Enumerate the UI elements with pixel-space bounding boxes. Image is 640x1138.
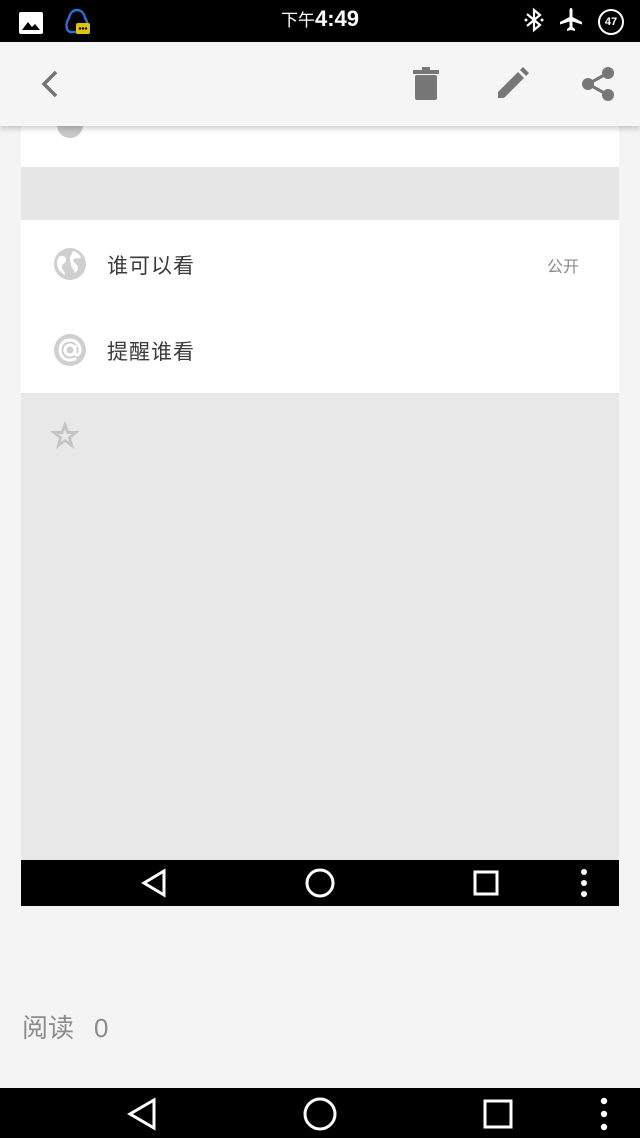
who-can-see-row[interactable]: 谁可以看 公开 [21, 220, 619, 306]
bluetooth-icon [524, 7, 544, 37]
embedded-more-button [567, 866, 601, 900]
system-nav-bar [0, 1088, 640, 1138]
home-circle-icon [305, 868, 335, 898]
star-icon[interactable] [49, 419, 81, 451]
remind-who-label: 提醒谁看 [107, 340, 195, 364]
delete-icon [413, 67, 439, 100]
back-icon [41, 70, 58, 98]
edit-button[interactable] [492, 64, 532, 104]
globe-icon [54, 248, 86, 280]
location-icon [57, 126, 83, 138]
embedded-back-button [137, 866, 171, 900]
read-count: 阅读 0 [22, 1008, 108, 1045]
embedded-recents-button [469, 866, 503, 900]
home-circle-icon [303, 1097, 337, 1131]
read-label: 阅读 [22, 1014, 75, 1044]
status-right-icons: 47 [524, 7, 624, 37]
delete-button[interactable] [406, 64, 446, 104]
section-divider [21, 167, 619, 220]
airplane-mode-icon [558, 7, 584, 37]
read-count-value: 0 [94, 1013, 109, 1043]
toolbar [0, 42, 640, 126]
nav-recents-button[interactable] [478, 1094, 518, 1134]
at-icon [54, 334, 86, 366]
embedded-home-button [303, 866, 337, 900]
embedded-nav-bar [21, 860, 619, 906]
status-bar: 下午4:49 47 [0, 0, 640, 42]
recents-square-icon [483, 1099, 513, 1129]
nav-home-button[interactable] [300, 1094, 340, 1134]
who-can-see-label: 谁可以看 [107, 254, 195, 278]
share-button[interactable] [578, 64, 618, 104]
time-value: 4:49 [314, 6, 360, 31]
nav-more-button[interactable] [584, 1094, 624, 1134]
back-triangle-icon [127, 1097, 156, 1131]
edit-icon [498, 67, 529, 98]
share-icon [582, 67, 614, 101]
back-triangle-icon [141, 868, 166, 898]
embedded-screenshot: 谁可以看 公开 提醒谁看 [21, 126, 619, 906]
cut-off-row [21, 126, 619, 167]
more-dots-icon [581, 869, 587, 897]
battery-icon: 47 [598, 9, 624, 35]
visibility-card: 谁可以看 公开 提醒谁看 [21, 220, 619, 393]
more-dots-icon [600, 1097, 608, 1131]
remind-who-row[interactable]: 提醒谁看 [21, 306, 619, 392]
who-can-see-value: 公开 [546, 257, 579, 276]
recents-square-icon [473, 870, 499, 896]
time-prefix: 下午 [280, 11, 315, 30]
nav-back-button[interactable] [122, 1094, 162, 1134]
back-button[interactable] [30, 64, 70, 104]
